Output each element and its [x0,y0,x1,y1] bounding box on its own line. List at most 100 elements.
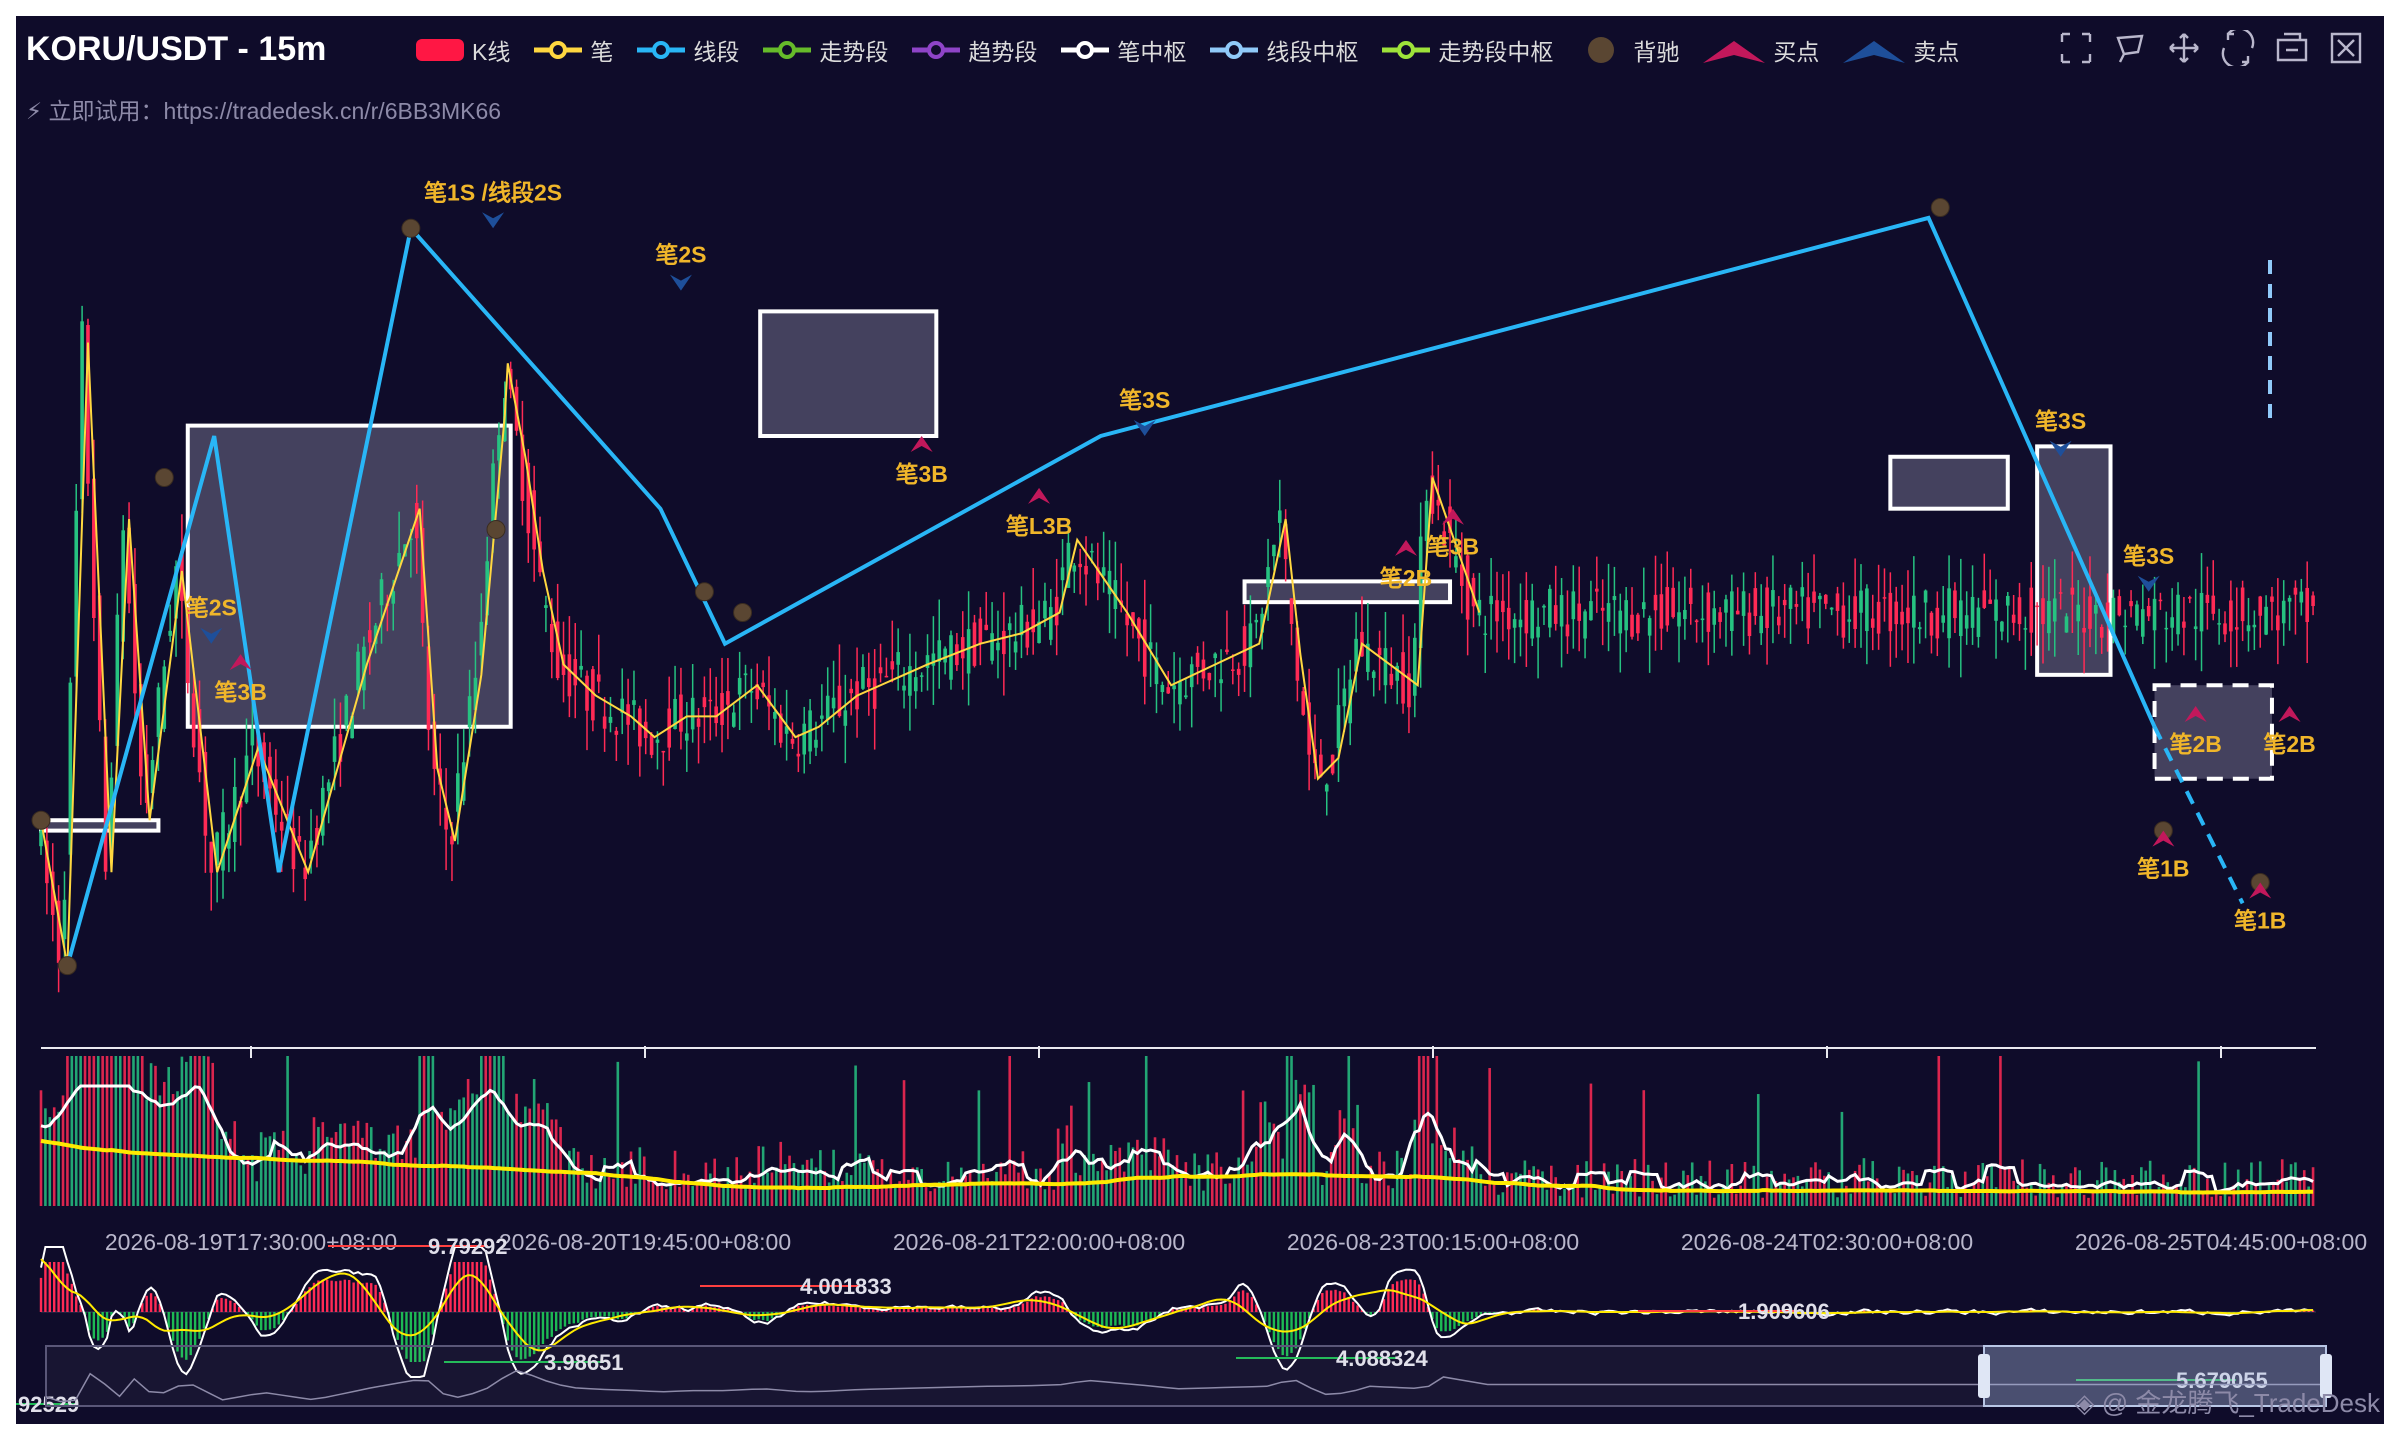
candle-body [1630,614,1634,637]
volume-bar [1144,1056,1148,1206]
volume-bar [1677,1183,1681,1206]
macd-histogram-bar [995,1308,998,1312]
candle-body [2193,626,2198,630]
macd-histogram-bar [145,1295,148,1312]
volume-bar [695,1182,699,1206]
macd-histogram-bar [841,1306,844,1312]
volume-bar [924,1187,928,1206]
volume-bar [101,1056,104,1206]
candle-body [878,667,883,674]
candle-body [2047,600,2051,634]
volume-bar [1470,1146,1474,1206]
volume-bar [2307,1186,2310,1206]
volume-bar [1778,1183,1782,1206]
volume-bar [576,1151,580,1206]
volume-bar [1889,1191,1892,1206]
candle-body [702,697,707,708]
macd-histogram-bar [471,1262,474,1312]
volume-bar [669,1184,672,1206]
macd-histogram-bar [968,1309,972,1312]
macd-annotation-label: 4.001833 [800,1274,892,1299]
macd-histogram-bar [576,1312,580,1323]
volume-bar [1021,1151,1025,1206]
candle-body [984,624,989,630]
volume-bar [162,1081,166,1206]
chart-canvas[interactable]: 笔3B 笔2S 笔1S /线段2S 笔2S 笔3B 笔L3B 笔3S 笔2B 笔3B 笔3S 笔3S… [16,16,2384,1424]
volume-bar [158,1095,162,1206]
zoom-slider[interactable] [45,1345,2332,1407]
candle-body [931,653,936,666]
macd-histogram-bar [1153,1312,1157,1318]
volume-bar [123,1056,126,1206]
buy-point-icon [910,436,933,452]
volume-bar [1818,1169,1822,1206]
volume-bar [554,1119,558,1206]
volume-bar [1536,1169,1540,1206]
volume-bar [1127,1142,1130,1206]
volume-bar [1171,1165,1174,1206]
candle-body [2276,615,2280,631]
candle-body [1870,618,1875,628]
volume-bar [1616,1164,1619,1206]
candle-body [1101,567,1106,576]
volume-bar [343,1123,347,1206]
macd-histogram-bar [563,1312,567,1327]
signal-label: 笔3S [1119,387,1170,413]
volume-bar [2016,1185,2020,1206]
macd-histogram-bar [845,1305,848,1312]
candle-body [773,711,777,719]
macd-histogram-bar [1140,1312,1144,1323]
volume-bar [563,1171,567,1206]
volume-bar [845,1172,849,1206]
candle-body [2229,600,2233,632]
x-tick-label: 2026-08-23T00:15:00+08:00 [1287,1229,1579,1255]
candle-body [1501,600,1505,613]
candle-body [825,695,830,720]
macd-histogram-bar [1197,1309,1201,1312]
candle-body [608,716,613,723]
volume-bar [383,1150,386,1206]
volume-bar [1734,1193,1738,1206]
candle-body [1847,619,1852,622]
candle-body [726,691,730,705]
candle-body [790,738,795,744]
signal-label: 笔3S [2035,408,2086,434]
volume-bar [488,1056,492,1206]
candle-body [2000,621,2004,632]
volume-bar [114,1056,118,1206]
volume-bar [1136,1139,1139,1206]
candle-body [1712,608,1717,625]
candle-body [2158,599,2163,602]
volume-bar [2223,1162,2227,1206]
candle-body [321,787,325,836]
candle-body [1178,681,1182,705]
macd-histogram-bar [669,1309,672,1312]
macd-histogram-bar [66,1273,69,1312]
candle-body [1741,591,1746,616]
volume-bar [1937,1056,1941,1206]
macd-histogram-bar [1334,1289,1337,1312]
volume-bar [863,1162,866,1206]
candle-body [1659,594,1664,629]
volume-bar [1695,1194,1698,1206]
volume-bar [506,1113,510,1206]
macd-histogram-bar [673,1308,677,1312]
volume-bar [127,1056,131,1206]
candle-body [1653,594,1658,611]
volume-bar [352,1125,355,1206]
macd-histogram-bar [1034,1296,1038,1312]
candle-body [1248,623,1253,668]
candle-body [690,697,695,730]
macd-histogram-bar [1391,1284,1394,1312]
candle-body [2182,621,2186,628]
divergence-dot [694,582,714,602]
macd-histogram-bar [924,1308,928,1312]
zoom-slider-handle-left [1978,1354,1990,1398]
candle-body [344,695,349,726]
candle-body [708,699,713,702]
volume-bar [1294,1079,1298,1206]
macd-histogram-bar [585,1312,589,1318]
divergence-dot [733,603,753,623]
signal-marker: 笔1S /线段2S [424,179,562,229]
macd-histogram-bar [462,1262,465,1312]
